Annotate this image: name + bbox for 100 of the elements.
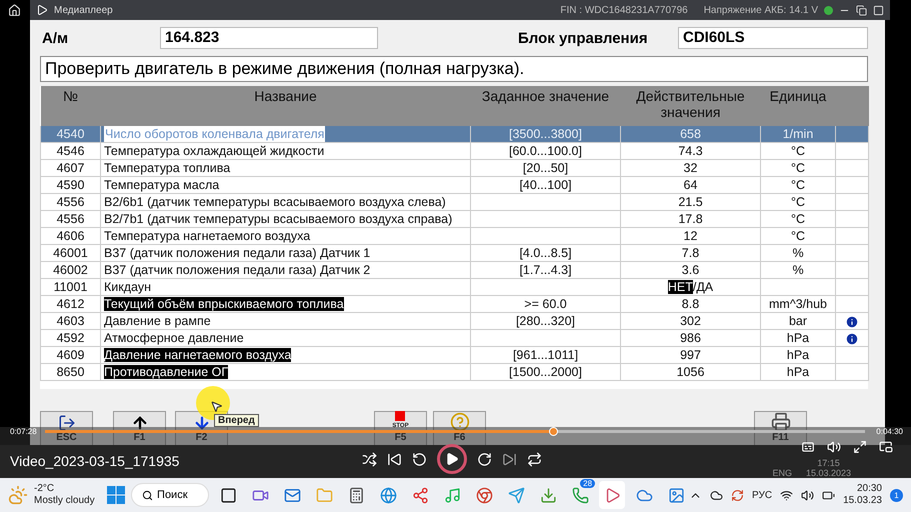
info-icon[interactable] [845,332,859,346]
table-row[interactable]: 4612 Текущий объём впрыскиваемого топлива >= 60.0 8.8 mm^3/hub [40,296,868,312]
table-row[interactable]: 46002 B37 (датчик положения педали газа) Датчик 2 [1.7...4.3] 3.6 % [40,262,868,278]
mini-player-button[interactable] [879,440,893,454]
clock-date: 15.03.23 [843,495,882,507]
notification-badge: 28 [580,479,596,488]
table-row[interactable]: 4590 Температура масла [40...100] 64 °C [40,176,868,194]
rewind-button[interactable] [412,452,427,466]
volume-icon[interactable] [801,488,814,502]
send-icon [508,486,525,504]
parameter-name: B37 (датчик положения педали газа) Датчик 1 [104,246,370,260]
function-key-button[interactable]: F6 [433,411,486,445]
elapsed-time: 0:07:28 [10,427,37,436]
video-file-name: Video_2023-03-15_171935 [10,453,180,469]
column-header: Действительные значения [620,86,760,126]
home-icon[interactable] [8,4,21,17]
table-row[interactable]: 4603 Давление в рампе [280...320] 302 bar [40,312,868,330]
clock-time: 17:15 [817,458,840,468]
table-row[interactable]: 4607 Температура топлива [20...50] 32 °C [40,160,868,176]
parameter-name: Число оборотов коленвала двигателя [104,126,326,142]
parameter-name: Кикдаун [104,280,151,294]
search-field[interactable]: Поиск [131,483,210,507]
mail-icon [284,486,301,504]
maximize-icon[interactable] [873,4,884,16]
cursor-icon [210,400,223,413]
parameter-name: B2/6b1 (датчик температуры всасываемого воздуха слева) [104,195,446,209]
printer-icon [770,412,790,432]
clock-date: 15.03.2023 [806,468,851,478]
parameter-name: Атмосферное давление [104,331,244,345]
voltage-text: Напряжение АКБ: 14.1 V [704,4,818,16]
battery-icon[interactable] [822,488,836,502]
clock-time: 20:30 [856,483,882,495]
parameter-name: B2/7b1 (датчик температуры всасываемого воздуха справа) [104,212,452,226]
table-row[interactable]: 4606 Температура нагнетаемого воздуха 12 °C [40,228,868,244]
table-row[interactable]: 4540 Число оборотов коленвала двигателя [3500...3800] 658 1/min [40,126,868,142]
stop-square-icon [395,411,406,421]
parameter-name: Противодавление ОГ [104,365,228,379]
parameter-name: Температура масла [104,178,220,192]
progress-track[interactable] [45,430,865,433]
down-arrow-icon [192,414,210,432]
table-row[interactable]: 4592 Атмосферное давление 986 hPa [40,330,868,346]
vehicle-label: А/м [41,30,70,46]
instruction-text: Проверить двигатель в режиме движения (полная нагрузка). [40,56,868,82]
taskbar-app-button[interactable]: 28 [567,481,594,509]
calculator-icon [348,486,365,504]
share-icon [412,486,429,504]
language-indicator: РУС [752,490,772,500]
notification-count: 1 [890,488,903,502]
column-header: Заданное значение [470,86,620,126]
square-icon [220,486,237,504]
image-icon [668,486,685,504]
control-unit-label: Блок управления [517,30,649,46]
function-key-button[interactable]: F1 [113,411,166,445]
previous-button[interactable] [387,452,402,466]
exit-door-icon [58,414,76,432]
subtitles-button[interactable] [801,440,815,454]
globe-icon [380,486,397,504]
play-logo-icon [36,4,48,16]
vehicle-field: 164.823 [160,27,378,49]
column-header [836,86,868,126]
column-header: Название [100,86,470,126]
play-icon [445,452,459,466]
parameter-name: Давление в рампе [104,314,211,328]
choice-option: НЕТ [668,280,693,294]
language-text: ENG [772,468,792,478]
table-row[interactable]: 4556 B2/7b1 (датчик температуры всасываемого воздуха справа) 17.8 °C [40,210,868,228]
table-row[interactable]: 8650 Противодавление ОГ [1500...2000] 1056 hPa [40,364,868,380]
column-header: № [40,86,100,126]
table-row[interactable]: 4556 B2/6b1 (датчик температуры всасываемого воздуха слева) 21.5 °C [40,194,868,210]
table-row[interactable]: 4609 Давление нагнетаемого воздуха [961...1011] 997 hPa [40,346,868,364]
table-row[interactable]: 46001 B37 (датчик положения педали газа) Датчик 1 [4.0...8.5] 7.8 % [40,244,868,262]
next-button[interactable] [502,452,517,466]
music-icon [444,486,461,504]
shuffle-button[interactable] [362,452,377,466]
parameter-name: Давление нагнетаемого воздуха [104,348,292,362]
windows-start-icon[interactable] [107,486,126,504]
restore-icon[interactable] [856,4,867,16]
weather-icon [8,485,28,505]
function-key-button[interactable]: F11 [754,411,807,445]
sync-icon[interactable] [731,488,744,502]
fullscreen-button[interactable] [853,440,867,454]
repeat-button[interactable] [527,452,542,466]
wifi-icon[interactable] [780,488,794,502]
info-icon[interactable] [845,314,859,329]
parameter-name: Температура нагнетаемого воздуха [104,229,310,243]
column-header: Единица [760,86,836,126]
vin-text: FIN : WDC1648231A770796 [560,4,688,16]
parameter-name: B37 (датчик положения педали газа) Датчик 2 [104,263,370,277]
cloud-icon[interactable] [710,488,724,502]
parameter-name: Температура охлаждающей жидкости [104,144,324,158]
volume-button[interactable] [827,440,841,454]
function-key-button[interactable]: ESC [40,411,93,445]
choice-option: ДА [696,280,714,294]
forward-button[interactable] [477,452,492,466]
phone-icon [572,486,589,504]
remaining-time: 0:04:30 [876,427,903,436]
table-row[interactable]: 11001 Кикдаун НЕТ/ДА [40,278,868,296]
parameter-name: Текущий объём впрыскиваемого топлива [104,297,344,311]
table-row[interactable]: 4546 Температура охлаждающей жидкости [60.0...100.0] 74.3 °C [40,142,868,160]
control-unit-field: CDI60LS [678,27,868,49]
